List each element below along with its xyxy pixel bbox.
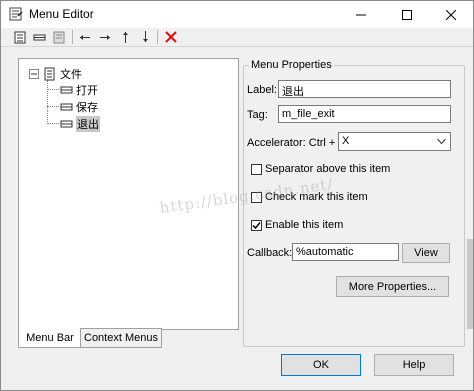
- menu-item-icon: [60, 120, 73, 128]
- enable-checkbox[interactable]: [251, 220, 262, 231]
- new-context-menu-button[interactable]: [51, 29, 67, 45]
- tab-context-menus[interactable]: Context Menus: [80, 328, 162, 348]
- move-left-icon: [80, 34, 90, 40]
- menu-editor-window: Menu Editor 文件 打开 保存 退出 Menu Bar Context…: [0, 0, 474, 391]
- menu-icon: [44, 67, 55, 81]
- move-up-button[interactable]: [117, 29, 133, 45]
- tree-item-exit[interactable]: 退出: [60, 116, 100, 132]
- toolbar: [1, 28, 473, 47]
- new-menu-item-icon: [33, 34, 45, 40]
- maximize-icon: [402, 9, 412, 20]
- menu-item-icon: [60, 103, 73, 111]
- tree-root-file[interactable]: 文件: [29, 66, 82, 82]
- move-right-icon: [100, 34, 110, 40]
- tree-item-open[interactable]: 打开: [60, 82, 98, 98]
- separator-label: Separator above this item: [265, 163, 391, 175]
- new-menu-button[interactable]: [12, 29, 28, 45]
- scrollbar[interactable]: [467, 239, 473, 329]
- tree-connector: [47, 89, 59, 90]
- toolbar-separator: [72, 30, 73, 44]
- window-title: Menu Editor: [29, 7, 94, 21]
- new-menu-icon: [14, 31, 25, 43]
- chevron-down-icon: [437, 138, 446, 145]
- tree-connector: [47, 123, 59, 124]
- collapse-icon[interactable]: [29, 68, 40, 80]
- more-properties-button[interactable]: More Properties...: [336, 276, 449, 297]
- callback-caption: Callback:: [247, 247, 293, 259]
- accelerator-select[interactable]: X: [338, 132, 451, 151]
- checkmark-icon: [252, 222, 261, 230]
- accelerator-value: X: [342, 135, 350, 147]
- tree-item-label-selected: 退出: [76, 116, 100, 132]
- title-bar: Menu Editor: [1, 1, 473, 28]
- tab-menu-bar[interactable]: Menu Bar: [18, 328, 82, 348]
- move-down-button[interactable]: [137, 29, 153, 45]
- tree-connector: [47, 80, 48, 124]
- tag-field[interactable]: m_file_exit: [278, 105, 451, 123]
- move-up-icon: [122, 32, 128, 43]
- separator-checkbox[interactable]: [251, 164, 262, 175]
- move-right-button[interactable]: [97, 29, 113, 45]
- maximize-button[interactable]: [385, 1, 429, 28]
- delete-icon: [165, 31, 177, 43]
- menu-properties-title: Menu Properties: [249, 59, 334, 71]
- new-context-menu-icon: [53, 31, 64, 43]
- callback-field[interactable]: %automatic: [292, 243, 399, 261]
- delete-button[interactable]: [163, 29, 179, 45]
- view-button[interactable]: View: [402, 243, 450, 263]
- tree-item-label: 打开: [76, 85, 98, 97]
- tree-item-label: 保存: [76, 102, 98, 114]
- label-field[interactable]: 退出: [278, 80, 451, 98]
- close-icon: [446, 9, 456, 20]
- ok-button[interactable]: OK: [281, 354, 361, 376]
- accelerator-caption: Accelerator: Ctrl +: [247, 137, 336, 149]
- menu-editor-app-icon: [9, 7, 23, 21]
- menu-tree[interactable]: 文件 打开 保存 退出: [18, 58, 239, 330]
- minimize-button[interactable]: [339, 1, 383, 28]
- tag-caption: Tag:: [247, 109, 268, 121]
- help-button[interactable]: Help: [374, 354, 454, 376]
- menu-item-icon: [60, 86, 73, 94]
- enable-label: Enable this item: [265, 219, 344, 231]
- move-down-icon: [142, 31, 148, 42]
- tree-connector: [47, 106, 59, 107]
- tree-item-save[interactable]: 保存: [60, 99, 98, 115]
- new-menu-item-button[interactable]: [31, 29, 47, 45]
- checkmark-label: Check mark this item: [265, 191, 368, 203]
- move-left-button[interactable]: [77, 29, 93, 45]
- label-caption: Label:: [247, 84, 277, 96]
- toolbar-separator: [157, 30, 158, 44]
- tree-root-label: 文件: [60, 69, 82, 81]
- checkmark-checkbox[interactable]: [251, 192, 262, 203]
- close-button[interactable]: [429, 1, 473, 28]
- minimize-icon: [356, 14, 366, 15]
